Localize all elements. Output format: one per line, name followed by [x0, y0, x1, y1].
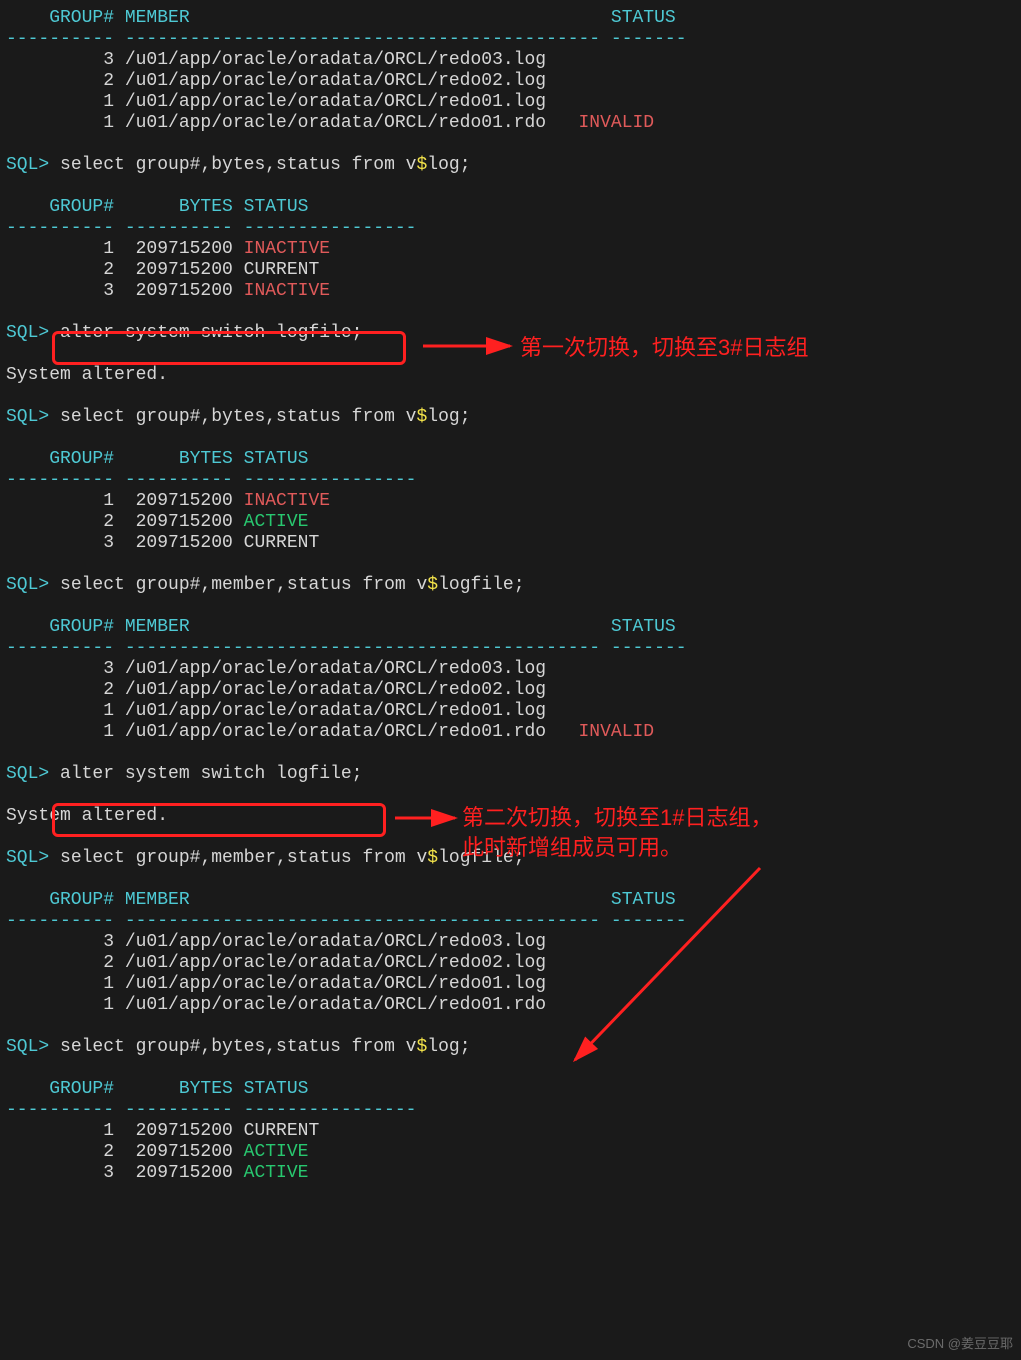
highlight-box-2 [52, 803, 386, 837]
terminal-screenshot: GROUP# MEMBER STATUS ---------- --------… [0, 0, 1021, 1360]
watermark: CSDN @姜豆豆耶 [907, 1333, 1013, 1354]
terminal-output: GROUP# MEMBER STATUS ---------- --------… [0, 0, 1021, 1192]
annotation-1: 第一次切换，切换至3#日志组 [520, 333, 808, 363]
annotation-2: 第二次切换，切换至1#日志组，此时新增组成员可用。 [462, 803, 772, 863]
highlight-box-1 [52, 331, 406, 365]
